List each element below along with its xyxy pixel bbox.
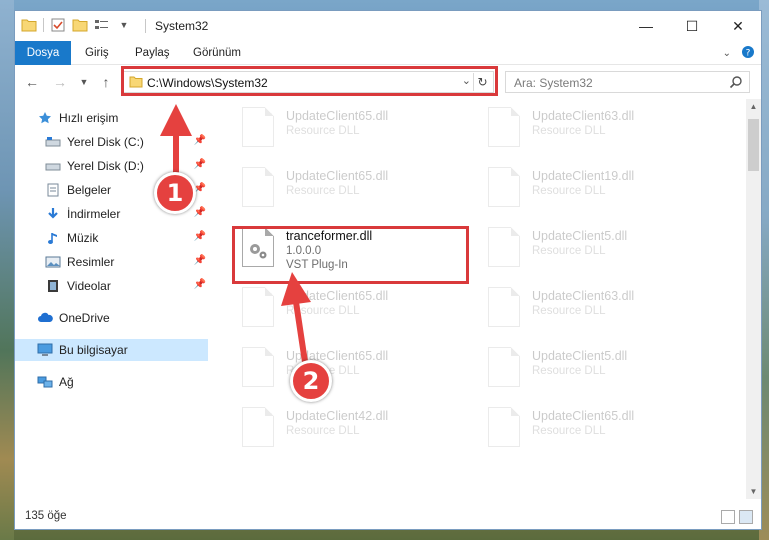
step-badge-2: 2 <box>290 360 332 402</box>
annotation-arrows <box>160 104 311 363</box>
step-badge-1: 1 <box>154 172 196 214</box>
